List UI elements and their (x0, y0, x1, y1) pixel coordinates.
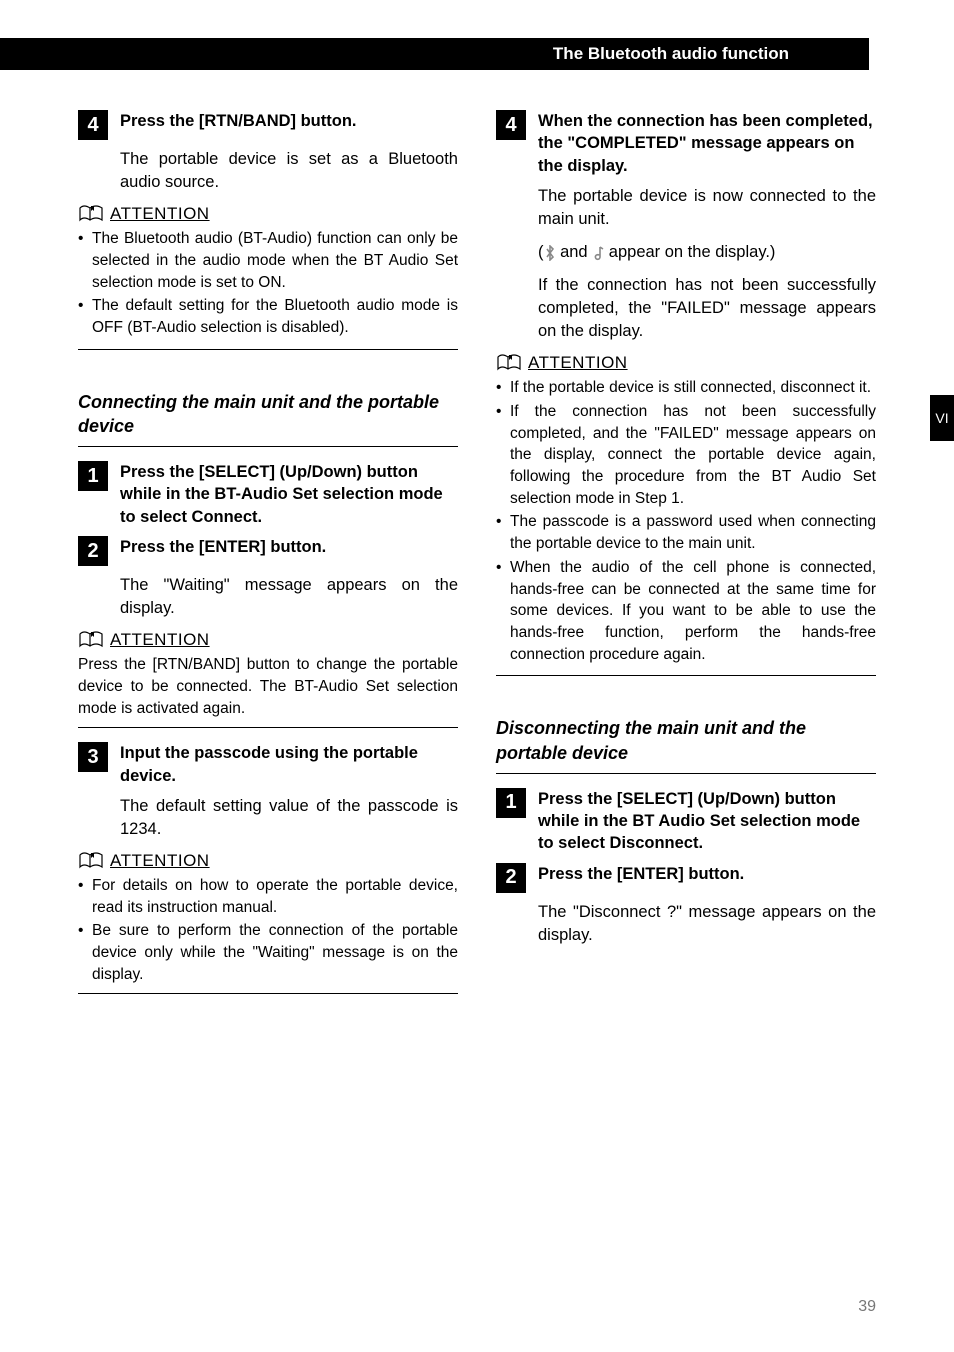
step-number-4: 4 (496, 110, 526, 140)
and-text: and (556, 243, 593, 261)
attention-4-item-3: When the audio of the cell phone is conn… (510, 557, 876, 665)
attention-header-1: ATTENTION (78, 204, 458, 224)
page: The Bluetooth audio function VI 4 Press … (0, 0, 954, 1352)
left-column: 4 Press the [RTN/BAND] button. The porta… (78, 110, 458, 1008)
secA-step-1: 1 Press the [SELECT] (Up/Down) button wh… (78, 461, 458, 528)
left-step-4: 4 Press the [RTN/BAND] button. (78, 110, 458, 140)
attention-list-3: For details on how to operate the portab… (78, 875, 458, 985)
attention-header-2: ATTENTION (78, 630, 458, 650)
secB-step-2-body: The "Disconnect ?" message appears on th… (538, 901, 876, 947)
secA-step-2: 2 Press the [ENTER] button. (78, 536, 458, 566)
secA-step-3-body: The default setting value of the passcod… (120, 795, 458, 841)
right-step-4-body1: The portable device is now connected to … (538, 185, 876, 231)
attention-3-item-0: For details on how to operate the portab… (92, 875, 458, 918)
secB-step-2: 2 Press the [ENTER] button. (496, 863, 876, 893)
book-icon (78, 204, 104, 224)
page-number: 39 (858, 1298, 876, 1316)
secA-step-2-title: Press the [ENTER] button. (120, 536, 326, 558)
connecting-heading: Connecting the main unit and the portabl… (78, 390, 458, 439)
attention-4-item-1: If the connection has not been successfu… (510, 401, 876, 509)
attention-label-4: ATTENTION (528, 353, 628, 373)
right-step-4-body2: ( and appear on the display.) (538, 241, 876, 264)
attention-label-1: ATTENTION (110, 204, 210, 224)
divider (78, 727, 458, 728)
step-number-2: 2 (496, 863, 526, 893)
right-step-4-body3: If the connection has not been successfu… (538, 274, 876, 343)
secA-step-3: 3 Input the passcode using the portable … (78, 742, 458, 787)
attention-label-2: ATTENTION (110, 630, 210, 650)
divider (78, 993, 458, 994)
disconnecting-heading: Disconnecting the main unit and the port… (496, 716, 876, 765)
paren-close: appear on the display.) (604, 243, 775, 261)
left-step-4-body: The portable device is set as a Bluetoot… (120, 148, 458, 194)
attention-header-3: ATTENTION (78, 851, 458, 871)
secB-step-2-title: Press the [ENTER] button. (538, 863, 744, 885)
divider (496, 675, 876, 676)
attention-1-item-0: The Bluetooth audio (BT-Audio) function … (92, 228, 458, 293)
book-icon (496, 353, 522, 373)
attention-4-item-0: If the portable device is still connecte… (510, 377, 876, 399)
chapter-tab: VI (930, 395, 954, 441)
music-note-icon (592, 245, 604, 261)
divider (78, 446, 458, 447)
secB-step-1-title: Press the [SELECT] (Up/Down) button whil… (538, 788, 876, 855)
right-column: 4 When the connection has been completed… (496, 110, 876, 1008)
step-number-1: 1 (78, 461, 108, 491)
header-title-text: The Bluetooth audio function (553, 44, 869, 63)
divider (78, 349, 458, 350)
left-step-4-title: Press the [RTN/BAND] button. (120, 110, 357, 132)
attention-list-1: The Bluetooth audio (BT-Audio) function … (78, 228, 458, 338)
secA-step-1-title: Press the [SELECT] (Up/Down) button whil… (120, 461, 458, 528)
bluetooth-icon (544, 245, 556, 261)
attention-1-item-1: The default setting for the Bluetooth au… (92, 295, 458, 338)
attention-label-3: ATTENTION (110, 851, 210, 871)
right-step-4-title: When the connection has been completed, … (538, 110, 876, 177)
step-number-1: 1 (496, 788, 526, 818)
header-bar: The Bluetooth audio function (0, 38, 869, 70)
attention-4-item-2: The passcode is a password used when con… (510, 511, 876, 554)
step-number-4: 4 (78, 110, 108, 140)
step-number-3: 3 (78, 742, 108, 772)
book-icon (78, 630, 104, 650)
attention-header-4: ATTENTION (496, 353, 876, 373)
book-icon (78, 851, 104, 871)
secA-step-3-title: Input the passcode using the portable de… (120, 742, 458, 787)
divider (496, 773, 876, 774)
attention-list-4: If the portable device is still connecte… (496, 377, 876, 665)
secB-step-1: 1 Press the [SELECT] (Up/Down) button wh… (496, 788, 876, 855)
attention-2-text: Press the [RTN/BAND] button to change th… (78, 654, 458, 719)
attention-3-item-1: Be sure to perform the connection of the… (92, 920, 458, 985)
right-step-4: 4 When the connection has been completed… (496, 110, 876, 177)
secA-step-2-body: The "Waiting" message appears on the dis… (120, 574, 458, 620)
step-number-2: 2 (78, 536, 108, 566)
